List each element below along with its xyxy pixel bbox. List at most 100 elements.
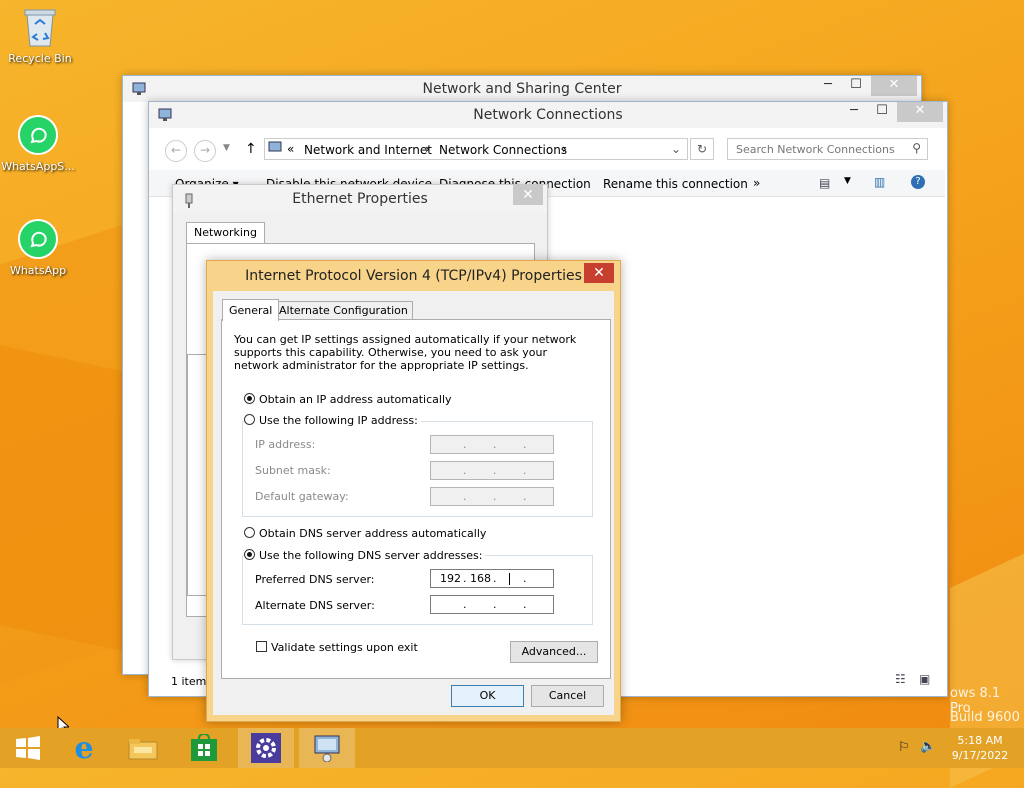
- ip-address-field: ...: [430, 435, 554, 454]
- window-title: Ethernet Properties: [292, 191, 428, 207]
- address-overflow[interactable]: «: [287, 142, 294, 156]
- network-connections-icon: [314, 735, 340, 762]
- details-view-icon[interactable]: ☷: [895, 672, 906, 686]
- address-dropdown-chevron-icon[interactable]: ⌄: [671, 142, 681, 156]
- radio-obtain-ip-automatically[interactable]: Obtain an IP address automatically: [244, 393, 452, 406]
- radio-unselected-icon[interactable]: [244, 527, 255, 538]
- wallpaper-shape: [0, 345, 140, 655]
- rename-button[interactable]: Rename this connection: [603, 177, 748, 191]
- radio-selected-icon[interactable]: [244, 549, 255, 560]
- recycle-bin-icon: [19, 6, 61, 48]
- dns-servers-group: [242, 555, 593, 625]
- dialog-titlebar[interactable]: Internet Protocol Version 4 (TCP/IPv4) P…: [207, 261, 620, 291]
- minimize-button[interactable]: ─: [839, 102, 869, 122]
- taskbar-store[interactable]: [176, 728, 232, 768]
- window-titlebar[interactable]: Network Connections ─ ☐ ✕: [149, 102, 947, 128]
- desktop-icon-recycle-bin[interactable]: Recycle Bin: [0, 6, 80, 65]
- validate-settings-checkbox[interactable]: Validate settings upon exit: [256, 641, 418, 654]
- control-panel-icon: [268, 141, 282, 158]
- maximize-button[interactable]: ☐: [867, 102, 897, 122]
- volume-tray-icon[interactable]: 🔈: [920, 739, 936, 754]
- subnet-mask-field: ...: [430, 461, 554, 480]
- alternate-dns-label: Alternate DNS server:: [255, 599, 375, 612]
- radio-use-following-ip[interactable]: Use the following IP address:: [244, 414, 421, 427]
- taskbar-file-explorer[interactable]: [115, 728, 171, 768]
- text-cursor: [509, 573, 510, 585]
- ip-address-label: IP address:: [255, 438, 316, 451]
- large-icons-view-icon[interactable]: ▣: [919, 672, 930, 686]
- gear-icon: [251, 733, 281, 763]
- taskbar-internet-explorer[interactable]: e: [56, 728, 112, 768]
- folder-icon: [128, 739, 158, 760]
- search-box[interactable]: Search Network Connections ⚲: [727, 138, 928, 160]
- checkbox-unchecked-icon[interactable]: [256, 641, 267, 652]
- preferred-dns-label: Preferred DNS server:: [255, 573, 375, 586]
- back-button[interactable]: ←: [165, 140, 187, 162]
- tab-alternate-configuration[interactable]: Alternate Configuration: [274, 301, 413, 321]
- default-gateway-label: Default gateway:: [255, 490, 349, 503]
- store-icon: [191, 734, 217, 761]
- close-button[interactable]: ✕: [584, 263, 614, 283]
- status-item-count: 1 item: [171, 675, 207, 688]
- ethernet-adapter-icon: [183, 191, 195, 219]
- forward-button[interactable]: →: [194, 140, 216, 162]
- desktop-icon-label: Recycle Bin: [8, 52, 72, 65]
- window-title: Network and Sharing Center: [422, 81, 622, 97]
- whatsapp-icon: [18, 115, 58, 155]
- internet-explorer-icon: e: [74, 730, 94, 766]
- alternate-dns-field[interactable]: ...: [430, 595, 554, 614]
- breadcrumb-separator-icon[interactable]: ›: [562, 142, 567, 156]
- view-options-chevron-icon[interactable]: ▼: [844, 176, 851, 186]
- desktop-icon-whatsapp[interactable]: WhatsApp: [0, 218, 78, 277]
- cancel-button[interactable]: Cancel: [531, 685, 604, 707]
- tab-general[interactable]: General: [222, 299, 280, 321]
- radio-unselected-icon[interactable]: [244, 414, 255, 425]
- network-icon: [157, 106, 173, 132]
- help-icon[interactable]: ?: [911, 175, 925, 189]
- radio-obtain-dns-automatically[interactable]: Obtain DNS server address automatically: [244, 527, 486, 540]
- dialog-title: Internet Protocol Version 4 (TCP/IPv4) P…: [245, 268, 582, 284]
- window-titlebar[interactable]: Network and Sharing Center ─ ☐ ✕: [123, 76, 921, 102]
- window-title: Network Connections: [473, 107, 623, 123]
- dialog-body: General Alternate Configuration You can …: [213, 291, 614, 715]
- radio-use-following-dns[interactable]: Use the following DNS server addresses:: [244, 549, 486, 562]
- start-button[interactable]: [0, 728, 56, 768]
- close-button[interactable]: ✕: [897, 102, 943, 122]
- change-view-icon[interactable]: ▤: [819, 176, 830, 190]
- desktop-icon-label: WhatsApp: [9, 264, 67, 277]
- desktop-icon-whatsapp-setup[interactable]: WhatsAppS...: [0, 114, 78, 173]
- general-tab-panel: You can get IP settings assigned automat…: [221, 319, 611, 679]
- refresh-button[interactable]: ↻: [690, 138, 714, 160]
- preview-pane-icon[interactable]: ▥: [874, 175, 885, 189]
- up-button[interactable]: ↑: [245, 141, 257, 157]
- breadcrumb-network-internet[interactable]: Network and Internet: [304, 143, 432, 157]
- maximize-button[interactable]: ☐: [841, 76, 871, 96]
- breadcrumb-network-connections[interactable]: Network Connections: [439, 143, 567, 157]
- taskbar-settings[interactable]: [238, 728, 294, 768]
- minimize-button[interactable]: ─: [813, 76, 843, 96]
- more-commands-button[interactable]: »: [753, 176, 760, 190]
- tab-networking[interactable]: Networking: [186, 222, 265, 243]
- window-titlebar[interactable]: Ethernet Properties ✕: [173, 185, 547, 213]
- search-placeholder: Search Network Connections: [736, 143, 895, 156]
- close-button[interactable]: ✕: [513, 185, 543, 205]
- whatsapp-icon: [18, 219, 58, 259]
- taskbar-network-connections[interactable]: [299, 728, 355, 768]
- system-clock[interactable]: 5:18 AM 9/17/2022: [950, 733, 1010, 763]
- preferred-dns-field[interactable]: 192 . 168 . .: [430, 569, 554, 588]
- ok-button[interactable]: OK: [451, 685, 524, 707]
- radio-selected-icon[interactable]: [244, 393, 255, 404]
- breadcrumb-separator-icon[interactable]: ›: [425, 142, 430, 156]
- search-icon[interactable]: ⚲: [912, 141, 921, 155]
- ip-settings-description: You can get IP settings assigned automat…: [234, 333, 577, 372]
- advanced-button[interactable]: Advanced...: [510, 641, 598, 663]
- network-tray-icon[interactable]: ⚐: [898, 740, 910, 755]
- clock-date: 9/17/2022: [951, 749, 1009, 762]
- address-bar[interactable]: « Network and Internet › Network Connect…: [264, 138, 688, 160]
- recent-locations-chevron-icon[interactable]: ▼: [223, 143, 230, 153]
- close-button[interactable]: ✕: [871, 76, 917, 96]
- desktop-icon-label: WhatsAppS...: [1, 160, 75, 173]
- network-icon: [131, 80, 147, 106]
- ipv4-properties-dialog[interactable]: Internet Protocol Version 4 (TCP/IPv4) P…: [206, 260, 621, 722]
- windows-build-watermark: Build 9600: [950, 710, 1020, 725]
